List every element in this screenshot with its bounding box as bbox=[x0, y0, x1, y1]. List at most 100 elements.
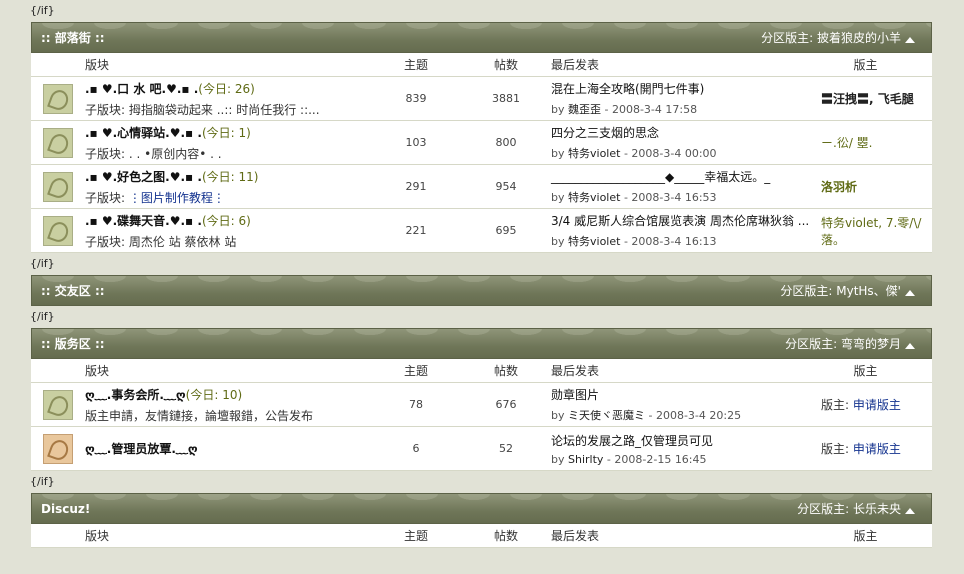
section-header: :: 版务区 :: 分区版主: 弯弯的梦月 bbox=[31, 328, 932, 359]
template-tag: {/if} bbox=[30, 257, 55, 270]
section-header: Discuz! 分区版主: 长乐未央 bbox=[31, 493, 932, 524]
section-title[interactable]: Discuz! bbox=[41, 494, 90, 523]
last-post-time: - 2008-3-4 16:53 bbox=[623, 191, 717, 204]
subforum-link[interactable]: . . •原创内容• . . bbox=[129, 147, 222, 161]
topic-count: 839 bbox=[371, 76, 461, 121]
table-row: ღ﹏.事务会所.﹏ღ(今日: 10) 版主申請，友情鏈接，論壇報錯，公告发布 7… bbox=[31, 382, 932, 427]
col-last-post: 最后发表 bbox=[551, 359, 821, 383]
col-forum: 版块 bbox=[85, 53, 371, 77]
last-post-user[interactable]: 特务violet bbox=[568, 147, 620, 160]
topic-count: 291 bbox=[371, 164, 461, 209]
section-title[interactable]: :: 版务区 :: bbox=[41, 329, 105, 358]
forum-index: {/if} :: 部落街 :: 分区版主: 披着狼皮的小羊 版块 主题 帖数 最… bbox=[30, 0, 932, 548]
forum-description: 版主申請，友情鏈接，論壇報錯，公告发布 bbox=[85, 408, 314, 423]
section-banwuqu: :: 版务区 :: 分区版主: 弯弯的梦月 版块 主题 帖数 最后发表 版主 ღ… bbox=[31, 328, 932, 471]
forum-link[interactable]: .▪ ♥.好色之图.♥.▪ . bbox=[85, 170, 202, 184]
col-last-post: 最后发表 bbox=[551, 524, 821, 548]
section-header: :: 部落街 :: 分区版主: 披着狼皮的小羊 bbox=[31, 22, 932, 53]
subforum-link[interactable]: 周杰伦 站 蔡依林 站 bbox=[129, 235, 236, 249]
today-count: (今日: 1) bbox=[201, 125, 251, 140]
today-count: (今日: 10) bbox=[185, 387, 243, 402]
subforums: 子版块: . . •原创内容• . . bbox=[85, 146, 222, 161]
topic-count: 78 bbox=[371, 382, 461, 427]
table-row: .▪ ♥.好色之图.♥.▪ .(今日: 11) 子版块: ⋮图片制作教程⋮ 29… bbox=[31, 164, 932, 209]
table-header-row: 版块 主题 帖数 最后发表 版主 bbox=[31, 53, 932, 77]
forum-table: 版块 主题 帖数 最后发表 版主 .▪ ♥.口 水 吧.♥.▪ .(今日: 26… bbox=[31, 53, 932, 253]
forum-link[interactable]: .▪ ♥.口 水 吧.♥.▪ . bbox=[85, 82, 198, 96]
moderator-link[interactable]: 弯弯的梦月 bbox=[841, 337, 901, 351]
last-post-time: - 2008-3-4 16:13 bbox=[623, 235, 717, 248]
last-post-link[interactable]: 四分之三支烟的思念 bbox=[551, 124, 821, 141]
col-moderators: 版主 bbox=[821, 53, 932, 77]
section-buluojie: :: 部落街 :: 分区版主: 披着狼皮的小羊 版块 主题 帖数 最后发表 版主… bbox=[31, 22, 932, 253]
forum-icon bbox=[43, 171, 73, 202]
section-moderators: 分区版主: MytHs、傑' bbox=[780, 284, 901, 298]
apply-moderator-link[interactable]: 申请版主 bbox=[853, 398, 901, 412]
last-post-time: - 2008-3-4 17:58 bbox=[604, 103, 698, 116]
section-title[interactable]: :: 交友区 :: bbox=[41, 276, 105, 305]
moderator-link[interactable]: MytHs、傑' bbox=[836, 284, 901, 298]
section-moderators: 分区版主: 披着狼皮的小羊 bbox=[761, 31, 901, 45]
forum-link[interactable]: ღ﹏.管理员放覃.﹏ღ bbox=[85, 442, 198, 456]
forum-icon bbox=[43, 127, 73, 158]
last-post-link[interactable]: ___________________◆_____幸福太远。_ bbox=[551, 168, 821, 185]
moderator-link[interactable]: 特务violet, 7.零/\/落。 bbox=[821, 216, 921, 247]
section-header: :: 交友区 :: 分区版主: MytHs、傑' bbox=[31, 275, 932, 306]
post-count: 3881 bbox=[461, 76, 551, 121]
forum-link[interactable]: .▪ ♥.心情驿站.♥.▪ . bbox=[85, 126, 202, 140]
topic-count: 6 bbox=[371, 426, 461, 471]
last-post-time: - 2008-2-15 16:45 bbox=[606, 452, 707, 466]
last-post-link[interactable]: 勋章图片 bbox=[551, 386, 821, 403]
forum-icon bbox=[43, 433, 73, 464]
post-count: 676 bbox=[461, 382, 551, 427]
forum-link[interactable]: ღ﹏.事务会所.﹏ღ bbox=[85, 388, 186, 402]
section-moderators: 分区版主: 长乐未央 bbox=[797, 502, 901, 516]
today-count: (今日: 26) bbox=[198, 81, 255, 96]
last-post-link[interactable]: 论坛的发展之路_仅管理员可见 bbox=[551, 432, 821, 449]
last-post-user[interactable]: 特务violet bbox=[568, 235, 620, 248]
moderator-label: 版主: bbox=[821, 442, 850, 456]
table-row: ღ﹏.管理员放覃.﹏ღ 6 52 论坛的发展之路_仅管理员可见 by Shirl… bbox=[31, 426, 932, 471]
last-post-time: - 2008-3-4 00:00 bbox=[623, 147, 717, 160]
table-header-row: 版块 主题 帖数 最后发表 版主 bbox=[31, 359, 932, 383]
apply-moderator-link[interactable]: 申请版主 bbox=[853, 442, 901, 456]
last-post-user[interactable]: 特务violet bbox=[568, 191, 620, 204]
template-tag: {/if} bbox=[30, 310, 55, 323]
col-posts: 帖数 bbox=[461, 524, 551, 548]
last-post-link[interactable]: 混在上海全攻略(開門七件事) bbox=[551, 80, 821, 97]
section-title[interactable]: :: 部落街 :: bbox=[41, 23, 105, 52]
forum-icon bbox=[43, 389, 73, 420]
last-post-link[interactable]: 3/4 威尼斯人综合馆展览表演 周杰伦席琳狄翁 ... bbox=[551, 212, 821, 229]
table-row: .▪ ♥.心情驿站.♥.▪ .(今日: 1) 子版块: . . •原创内容• .… bbox=[31, 120, 932, 165]
subforums: 子版块: 拇指脑袋动起来 ..:: 时尚任我行 ::... bbox=[85, 102, 320, 117]
last-post-time: - 2008-3-4 20:25 bbox=[648, 409, 742, 422]
post-count: 695 bbox=[461, 208, 551, 253]
moderator-link[interactable]: 〓汪拽〓, 飞毛腿 bbox=[821, 92, 914, 106]
template-tag: {/if} bbox=[30, 4, 55, 17]
col-topics: 主题 bbox=[371, 524, 461, 548]
last-post-user[interactable]: 魏歪歪 bbox=[568, 103, 601, 116]
table-header-row: 版块 主题 帖数 最后发表 版主 bbox=[31, 524, 932, 548]
moderator-link[interactable]: 洛羽析 bbox=[821, 180, 857, 194]
last-post-user[interactable]: ミ天使ヾ恶魔ミ bbox=[568, 409, 645, 422]
moderator-link[interactable]: 长乐未央 bbox=[853, 502, 901, 516]
subforum-link[interactable]: 拇指脑袋动起来 ..:: 时尚任我行 ::... bbox=[129, 103, 320, 117]
section-jiaoyouqu: :: 交友区 :: 分区版主: MytHs、傑' bbox=[31, 275, 932, 306]
col-topics: 主题 bbox=[371, 359, 461, 383]
subforums: 子版块: ⋮图片制作教程⋮ bbox=[85, 190, 225, 205]
forum-link[interactable]: .▪ ♥.碟舞天音.♥.▪ . bbox=[85, 214, 202, 228]
col-last-post: 最后发表 bbox=[551, 53, 821, 77]
moderator-link[interactable]: ㄧ.彸/ 瞾. bbox=[821, 136, 873, 150]
post-count: 800 bbox=[461, 120, 551, 165]
today-count: (今日: 6) bbox=[201, 213, 251, 228]
topic-count: 103 bbox=[371, 120, 461, 165]
moderator-link[interactable]: 披着狼皮的小羊 bbox=[817, 31, 901, 45]
section-discuz: Discuz! 分区版主: 长乐未央 版块 主题 帖数 最后发表 版主 bbox=[31, 493, 932, 548]
subforum-link[interactable]: ⋮图片制作教程⋮ bbox=[129, 191, 225, 205]
forum-icon bbox=[43, 215, 73, 246]
table-row: .▪ ♥.口 水 吧.♥.▪ .(今日: 26) 子版块: 拇指脑袋动起来 ..… bbox=[31, 76, 932, 121]
forum-icon bbox=[43, 83, 73, 114]
last-post-user[interactable]: Shirlty bbox=[568, 453, 603, 466]
col-forum: 版块 bbox=[85, 524, 371, 548]
post-count: 52 bbox=[461, 426, 551, 471]
